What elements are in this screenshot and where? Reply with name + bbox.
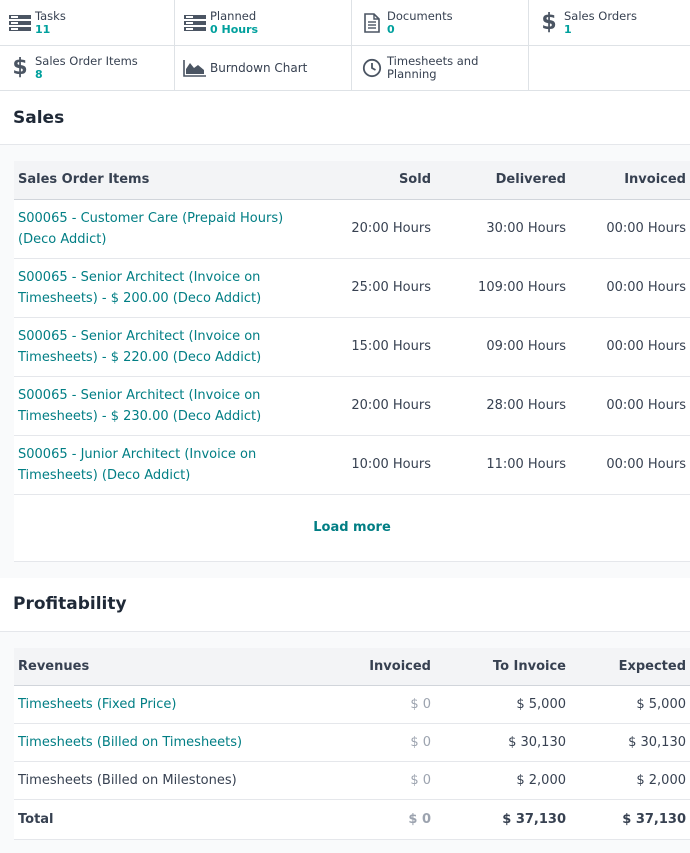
column-header-revenues: Revenues	[14, 647, 304, 686]
sales-order-items-stat-button[interactable]: $ Sales Order Items 8	[0, 46, 175, 90]
clock-icon	[360, 56, 384, 80]
sales-orders-label: Sales Orders	[564, 8, 637, 23]
sales-order-items-table: Sales Order Items Sold Delivered Invoice…	[14, 161, 690, 495]
documents-label: Documents	[387, 8, 453, 23]
sales-order-item-link[interactable]: S00065 - Senior Architect (Invoice on Ti…	[18, 329, 261, 365]
expected-cell: $ 30,130	[570, 723, 690, 762]
invoiced-cell: 00:00 Hours	[570, 376, 690, 436]
planned-stat-button[interactable]: Planned 0 Hours	[175, 0, 352, 45]
load-more-row: Load more	[14, 495, 690, 562]
column-header-item: Sales Order Items	[14, 161, 304, 200]
timesheets-planning-stat-button[interactable]: Timesheets and Planning	[352, 46, 529, 90]
invoiced-cell: $ 0	[304, 723, 435, 762]
sales-order-item-link[interactable]: S00065 - Junior Architect (Invoice on Ti…	[18, 447, 256, 483]
sales-order-items-label: Sales Order Items	[35, 54, 138, 68]
sold-cell: 25:00 Hours	[304, 258, 435, 318]
total-expected: $ 37,130	[570, 799, 690, 840]
column-header-sold: Sold	[304, 161, 435, 200]
invoiced-cell: $ 0	[304, 761, 435, 800]
sales-panel: Sales Order Items Sold Delivered Invoice…	[14, 161, 690, 562]
planned-label: Planned	[210, 8, 257, 23]
expected-cell: $ 5,000	[570, 685, 690, 724]
sales-orders-stat-button[interactable]: $ Sales Orders 1	[529, 0, 690, 45]
tasks-stat-button[interactable]: Tasks 11	[0, 0, 175, 45]
sales-order-item-link[interactable]: S00065 - Senior Architect (Invoice on Ti…	[18, 270, 261, 306]
total-to-invoice: $ 37,130	[435, 799, 570, 840]
delivered-cell: 09:00 Hours	[435, 317, 570, 377]
burndown-chart-label: Burndown Chart	[210, 60, 308, 75]
invoiced-cell: $ 0	[304, 685, 435, 724]
table-row: S00065 - Senior Architect (Invoice on Ti…	[14, 258, 690, 318]
stat-row-1: Tasks 11 Planned 0 Hours Documents 0 $ Sale…	[0, 0, 690, 45]
revenue-line-link[interactable]: Timesheets (Billed on Timesheets)	[18, 735, 242, 750]
profitability-panel: Revenues Invoiced To Invoice Expected Ti…	[14, 647, 690, 840]
sold-cell: 20:00 Hours	[304, 199, 435, 259]
table-row: Timesheets (Billed on Milestones) $ 0 $ …	[14, 761, 690, 800]
tasks-label: Tasks	[35, 8, 66, 23]
table-row: S00065 - Junior Architect (Invoice on Ti…	[14, 435, 690, 495]
table-row: S00065 - Senior Architect (Invoice on Ti…	[14, 317, 690, 377]
timesheets-label-line2: Planning	[387, 67, 437, 81]
column-header-invoiced: Invoiced	[304, 647, 435, 686]
column-header-expected: Expected	[570, 647, 690, 686]
revenue-line-link[interactable]: Timesheets (Fixed Price)	[18, 697, 177, 712]
sales-section-title: Sales	[0, 91, 690, 145]
sales-order-items-count: 8	[35, 68, 43, 81]
table-header-row: Revenues Invoiced To Invoice Expected	[14, 647, 690, 686]
sold-cell: 20:00 Hours	[304, 376, 435, 436]
total-row: Total $ 0 $ 37,130 $ 37,130	[14, 799, 690, 840]
expected-cell: $ 2,000	[570, 761, 690, 800]
table-row: S00065 - Senior Architect (Invoice on Ti…	[14, 376, 690, 436]
area-chart-icon	[183, 56, 207, 80]
sales-order-item-link[interactable]: S00065 - Senior Architect (Invoice on Ti…	[18, 388, 261, 424]
column-header-invoiced: Invoiced	[570, 161, 690, 200]
burndown-chart-stat-button[interactable]: Burndown Chart	[175, 46, 352, 90]
profitability-section-title: Profitability	[0, 577, 690, 632]
delivered-cell: 28:00 Hours	[435, 376, 570, 436]
column-header-to-invoice: To Invoice	[435, 647, 570, 686]
sales-order-item-link[interactable]: S00065 - Customer Care (Prepaid Hours) (…	[18, 211, 283, 247]
delivered-cell: 11:00 Hours	[435, 435, 570, 495]
to-invoice-cell: $ 5,000	[435, 685, 570, 724]
invoiced-cell: 00:00 Hours	[570, 317, 690, 377]
planned-icon	[183, 11, 207, 35]
delivered-cell: 109:00 Hours	[435, 258, 570, 318]
to-invoice-cell: $ 2,000	[435, 761, 570, 800]
total-label: Total	[14, 799, 304, 840]
delivered-cell: 30:00 Hours	[435, 199, 570, 259]
table-row: S00065 - Customer Care (Prepaid Hours) (…	[14, 199, 690, 259]
empty-stat-slot	[529, 46, 690, 90]
documents-stat-button[interactable]: Documents 0	[352, 0, 529, 45]
table-row: Timesheets (Fixed Price) $ 0 $ 5,000 $ 5…	[14, 685, 690, 724]
dollar-icon: $	[541, 9, 557, 35]
table-header-row: Sales Order Items Sold Delivered Invoice…	[14, 161, 690, 200]
planned-hours: 0 Hours	[210, 22, 259, 36]
load-more-button[interactable]: Load more	[313, 520, 391, 535]
tasks-icon	[8, 11, 32, 35]
table-row: Timesheets (Billed on Timesheets) $ 0 $ …	[14, 723, 690, 762]
stat-row-2: $ Sales Order Items 8 Burndown Chart Time…	[0, 45, 690, 90]
documents-count: 0	[387, 22, 395, 36]
dollar-icon: $	[12, 55, 28, 80]
revenue-line-label: Timesheets (Billed on Milestones)	[14, 761, 304, 800]
invoiced-cell: 00:00 Hours	[570, 258, 690, 318]
stat-buttons-bar: Tasks 11 Planned 0 Hours Documents 0 $ Sale…	[0, 0, 690, 91]
sold-cell: 15:00 Hours	[304, 317, 435, 377]
tasks-count: 11	[35, 22, 51, 36]
invoiced-cell: 00:00 Hours	[570, 199, 690, 259]
total-invoiced: $ 0	[304, 799, 435, 840]
invoiced-cell: 00:00 Hours	[570, 435, 690, 495]
profitability-table: Revenues Invoiced To Invoice Expected Ti…	[14, 647, 690, 840]
document-icon	[360, 11, 384, 35]
sales-orders-count: 1	[564, 22, 572, 36]
sold-cell: 10:00 Hours	[304, 435, 435, 495]
to-invoice-cell: $ 30,130	[435, 723, 570, 762]
column-header-delivered: Delivered	[435, 161, 570, 200]
